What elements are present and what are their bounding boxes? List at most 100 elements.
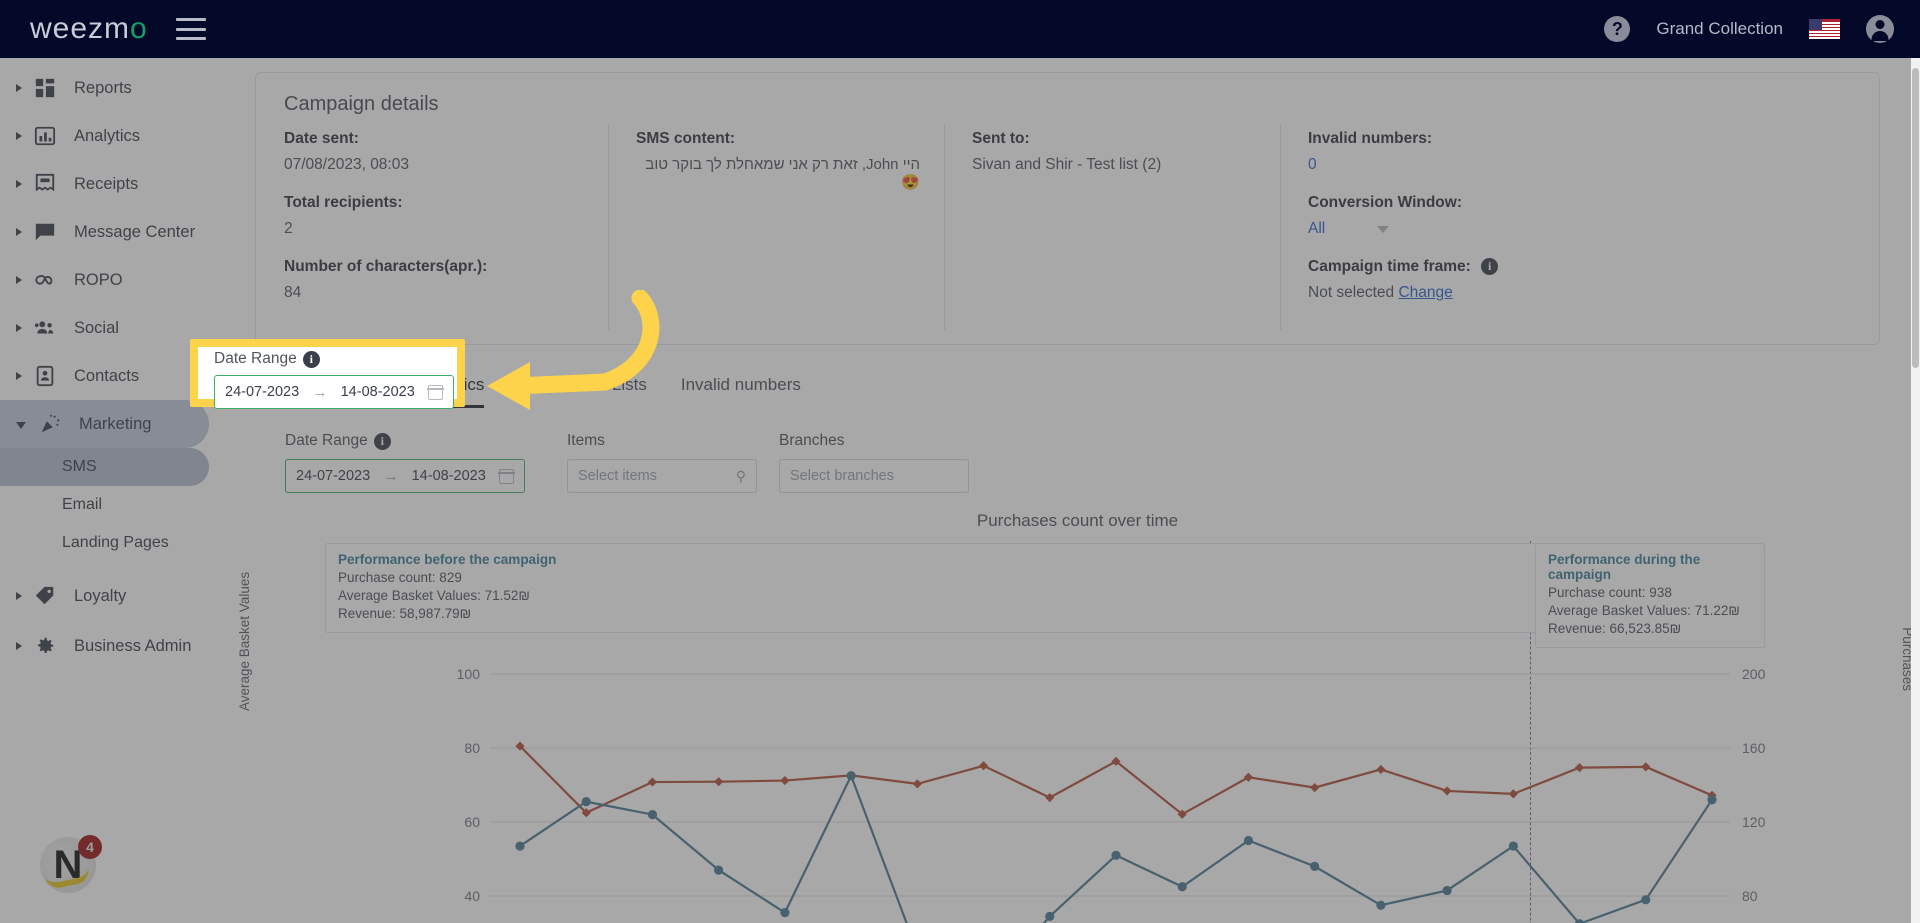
page-scrollbar-thumb[interactable] <box>1912 68 1919 368</box>
main-content: Campaign details Date sent: 07/08/2023, … <box>235 58 1920 923</box>
sidebar-item-ropo[interactable]: ROPO <box>0 256 235 304</box>
performance-before-the-campaign-box: Performance before the campaign Purchase… <box>325 543 1642 634</box>
branches-filter: Branches Select branches <box>779 432 969 493</box>
analytics-filter-row: Date Range i 24-07-2023 → 14-08-2023 Ite… <box>285 432 1920 493</box>
svg-text:200: 200 <box>1742 666 1766 682</box>
contact-card-icon <box>32 363 58 389</box>
chevron-right-icon <box>16 324 22 332</box>
branches-label: Branches <box>779 432 845 449</box>
svg-text:40: 40 <box>464 888 480 904</box>
branches-placeholder: Select branches <box>790 468 894 484</box>
sidebar-item-analytics[interactable]: Analytics <box>0 112 235 160</box>
weezmo-logo[interactable]: weezm o <box>30 12 148 46</box>
sidebar-item-label: Social <box>74 318 119 337</box>
annotation-line: Purchase count: 938 <box>1548 585 1672 600</box>
sidebar-item-label: ROPO <box>74 270 123 289</box>
topbar-right-group: ? Grand Collection <box>1604 15 1894 43</box>
info-icon[interactable]: i <box>302 350 320 368</box>
sidebar-item-business-admin[interactable]: Business Admin <box>0 622 235 670</box>
svg-text:60: 60 <box>464 814 480 830</box>
sidebar-subitem-email[interactable]: Email <box>0 486 235 524</box>
date-range-filter: Date Range i 24-07-2023 → 14-08-2023 <box>285 432 545 493</box>
invalid-numbers-value[interactable]: 0 <box>1308 156 1855 174</box>
help-question-icon[interactable]: ? <box>1604 16 1631 42</box>
top-navigation-bar: weezm o ? Grand Collection <box>0 0 1920 58</box>
sidebar-subitem-landing-pages[interactable]: Landing Pages <box>0 524 235 562</box>
bar-chart-icon <box>32 123 58 149</box>
info-icon[interactable]: i <box>373 432 391 450</box>
chat-bubble-icon <box>32 219 58 245</box>
items-input[interactable]: Select items ⚲ <box>567 459 757 493</box>
date-range-end[interactable]: 14-08-2023 <box>412 468 486 484</box>
chevron-right-icon <box>16 642 22 650</box>
svg-text:80: 80 <box>1742 888 1758 904</box>
date-range-highlight-content: Date Range i 24-07-2023 → 14-08-2023 <box>198 347 457 409</box>
items-placeholder: Select items <box>578 468 657 484</box>
chevron-right-icon <box>16 132 22 140</box>
date-range-label-highlighted: Date Range i <box>214 350 457 368</box>
notification-badge[interactable]: 4 <box>78 835 102 859</box>
company-logo-badge[interactable]: N 4 <box>40 835 102 893</box>
calendar-icon[interactable] <box>498 468 515 484</box>
date-range-label-text: Date Range <box>285 432 368 449</box>
chevron-right-icon <box>16 592 22 600</box>
sidebar-item-label: Business Admin <box>74 636 192 655</box>
sidebar-item-message-center[interactable]: Message Center <box>0 208 235 256</box>
items-filter: Items Select items ⚲ <box>567 432 757 493</box>
campaign-time-frame-label-text: Campaign time frame: <box>1308 258 1471 275</box>
chart-plot-svg: 204060801004080120160200 <box>457 666 1766 923</box>
campaign-time-frame-status: Not selected <box>1308 284 1395 301</box>
sidebar-item-label: Reports <box>74 78 132 97</box>
user-avatar-icon[interactable] <box>1866 15 1894 43</box>
svg-text:80: 80 <box>464 740 480 756</box>
conversion-window-label: Conversion Window: <box>1308 194 1462 211</box>
hamburger-menu-icon[interactable] <box>175 18 206 40</box>
sidebar-subitem-sms[interactable]: SMS <box>0 448 209 486</box>
invalid-numbers-label: Invalid numbers: <box>1308 130 1433 147</box>
chevron-right-icon <box>16 180 22 188</box>
annotation-line: Average Basket Values: 71.52₪ <box>338 587 530 603</box>
annotation-line: Revenue: 58,987.79₪ <box>338 605 472 621</box>
date-sent-label: Date sent: <box>284 130 359 147</box>
campaign-time-frame-value: Not selected Change <box>1308 284 1855 302</box>
date-sent-value: 07/08/2023, 08:03 <box>284 156 409 173</box>
chevron-right-icon <box>16 84 22 92</box>
people-group-icon <box>32 315 58 341</box>
sms-content-value: היי John, זאת רק אני שמאחלת לך בוקר טוב … <box>645 156 920 191</box>
sidebar-item-label: Contacts <box>74 366 140 385</box>
branches-input[interactable]: Select branches <box>779 459 969 493</box>
date-range-input[interactable]: 24-07-2023 → 14-08-2023 <box>285 459 525 493</box>
info-icon[interactable]: i <box>1481 258 1499 276</box>
chevron-right-icon <box>16 372 22 380</box>
search-icon[interactable]: ⚲ <box>736 468 746 485</box>
page-title: Campaign details <box>284 93 439 115</box>
sent-to-label: Sent to: <box>972 130 1030 147</box>
date-range-start-highlighted[interactable]: 24-07-2023 <box>225 384 299 400</box>
date-range-start[interactable]: 24-07-2023 <box>296 468 370 484</box>
campaign-column-sent-to: Sent to: Sivan and Shir - Test list (2) <box>944 124 1280 330</box>
date-range-separator-icon: → <box>312 383 328 401</box>
sidebar-item-marketing[interactable]: Marketing <box>0 400 209 448</box>
us-flag-icon[interactable] <box>1809 19 1840 39</box>
sms-content-label: SMS content: <box>636 130 736 147</box>
change-time-frame-link[interactable]: Change <box>1398 284 1452 301</box>
sent-to-value: Sivan and Shir - Test list (2) <box>972 156 1162 173</box>
chevron-right-icon <box>16 276 22 284</box>
receipt-icon <box>32 171 58 197</box>
calendar-icon[interactable] <box>427 384 444 400</box>
sidebar-item-reports[interactable]: Reports <box>0 64 235 112</box>
total-recipients-label: Total recipients: <box>284 194 403 211</box>
sidebar-item-receipts[interactable]: Receipts <box>0 160 235 208</box>
sidebar-item-loyalty[interactable]: Loyalty <box>0 572 235 620</box>
megaphone-icon <box>37 411 63 437</box>
date-range-end-highlighted[interactable]: 14-08-2023 <box>341 384 415 400</box>
annotation-line: Average Basket Values: 71.22₪ <box>1548 602 1740 618</box>
organization-name[interactable]: Grand Collection <box>1656 19 1783 39</box>
date-range-input-highlighted[interactable]: 24-07-2023 → 14-08-2023 <box>214 375 454 409</box>
chevron-right-icon <box>16 228 22 236</box>
sidebar-item-label: Receipts <box>74 174 139 193</box>
conversion-window-select[interactable]: All <box>1308 220 1855 238</box>
brand-accent-letter: o <box>130 12 148 45</box>
purchases-chart: Performance before the campaign Purchase… <box>235 541 1920 923</box>
sidebar-navigation: Reports Analytics Receipts Message Cente… <box>0 58 235 923</box>
